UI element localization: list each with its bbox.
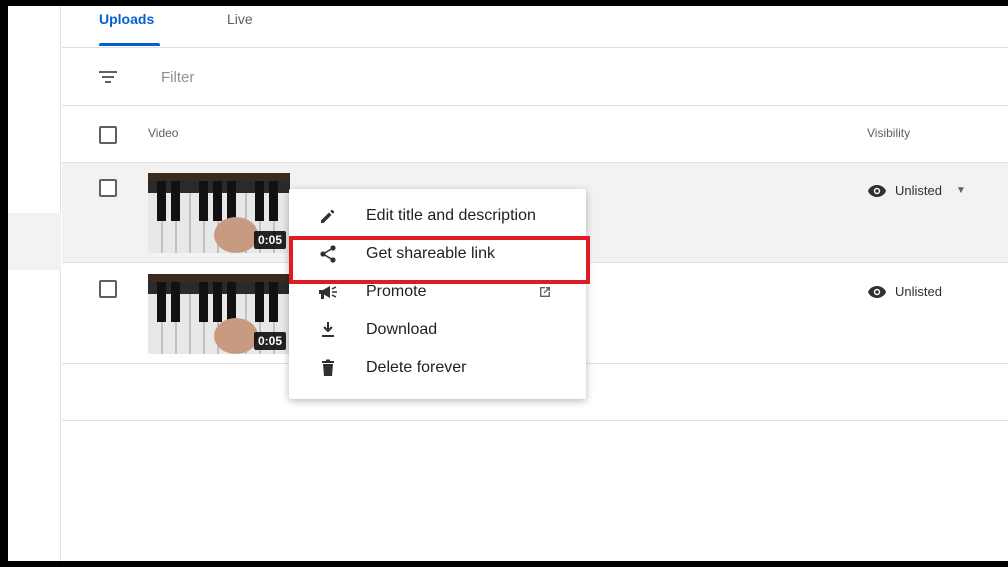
trash-icon [317, 358, 339, 378]
menu-item-download[interactable]: Download [289, 311, 586, 349]
filter-input[interactable]: Filter [161, 69, 194, 86]
megaphone-icon [317, 282, 339, 302]
visibility-selector[interactable]: Unlisted ▼ [867, 183, 966, 198]
video-thumbnail[interactable]: 0:05 [148, 274, 290, 354]
content-tabs: Uploads Live [62, 6, 1008, 48]
menu-item-edit[interactable]: Edit title and description [289, 197, 586, 235]
visibility-status[interactable]: Unlisted [867, 284, 942, 299]
filter-bar: Filter [62, 49, 1008, 106]
tab-uploads[interactable]: Uploads [99, 11, 154, 27]
chevron-down-icon[interactable]: ▼ [956, 185, 966, 196]
row-checkbox[interactable] [99, 280, 117, 298]
menu-item-label: Promote [366, 283, 427, 300]
external-link-icon [540, 287, 550, 297]
row-checkbox[interactable] [99, 179, 117, 197]
tab-live[interactable]: Live [227, 11, 253, 27]
visibility-value: Unlisted [895, 284, 942, 299]
column-header-visibility[interactable]: Visibility [867, 126, 910, 140]
sidebar-active-item[interactable] [8, 213, 61, 270]
pencil-icon [317, 206, 339, 226]
eye-icon [868, 184, 886, 197]
video-duration: 0:05 [253, 231, 286, 249]
download-icon [317, 320, 339, 340]
studio-content-window: Uploads Live Filter Video Visibility 0:0… [8, 6, 1008, 561]
highlight-annotation-box [289, 236, 590, 284]
menu-item-label: Delete forever [366, 359, 467, 376]
left-sidebar [8, 6, 61, 561]
video-thumbnail[interactable]: 0:05 [148, 173, 290, 253]
active-tab-indicator [99, 43, 160, 46]
eye-icon [868, 285, 886, 298]
menu-item-delete-forever[interactable]: Delete forever [289, 349, 586, 387]
select-all-checkbox[interactable] [99, 126, 117, 144]
video-options-menu: Edit title and description Get shareable… [289, 189, 586, 399]
menu-item-label: Download [366, 321, 438, 338]
video-duration: 0:05 [253, 332, 286, 350]
column-header-video: Video [148, 126, 179, 140]
visibility-value: Unlisted [895, 183, 942, 198]
menu-item-label: Edit title and description [366, 207, 536, 224]
table-header: Video Visibility [62, 107, 1008, 163]
filter-icon[interactable] [98, 67, 118, 87]
